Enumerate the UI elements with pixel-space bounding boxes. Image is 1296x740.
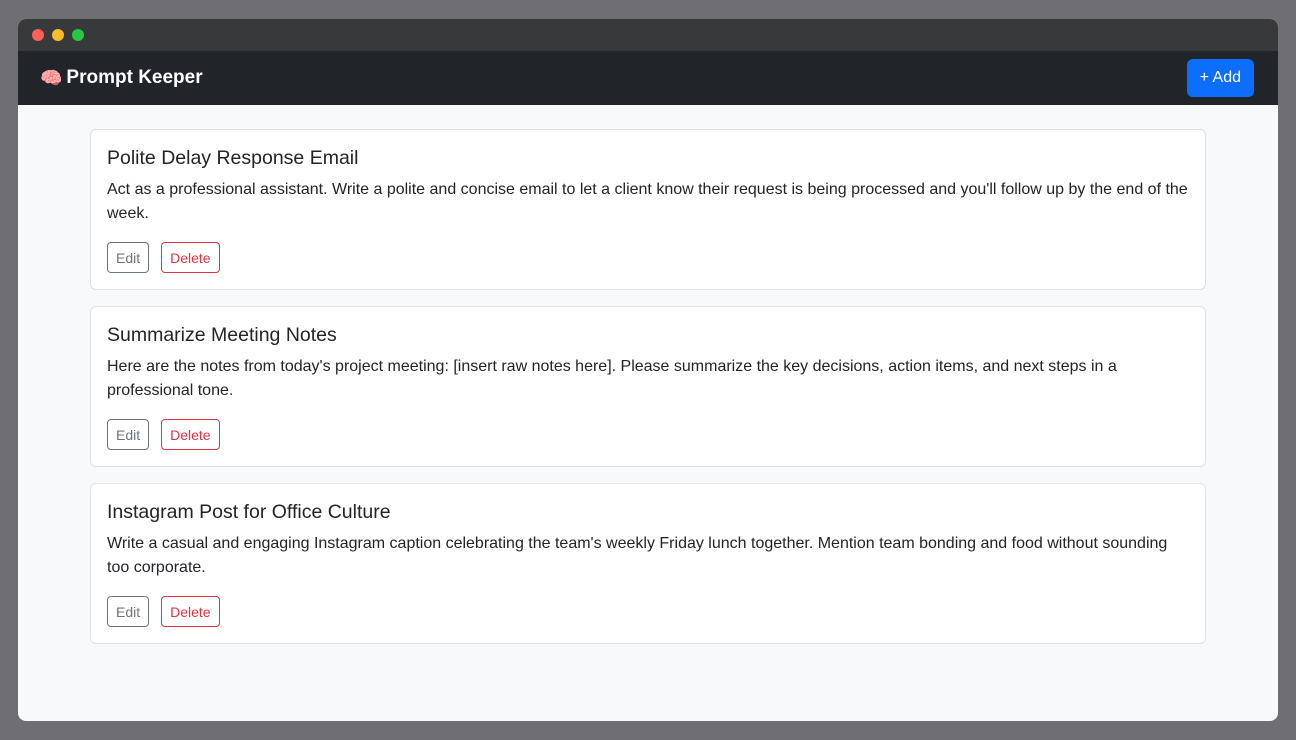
prompt-list: Polite Delay Response Email Act as a pro… <box>18 105 1278 644</box>
prompt-card: Polite Delay Response Email Act as a pro… <box>90 129 1206 290</box>
prompt-card: Instagram Post for Office Culture Write … <box>90 483 1206 644</box>
prompt-actions: Edit Delete <box>107 596 1189 627</box>
prompt-actions: Edit Delete <box>107 242 1189 273</box>
delete-button[interactable]: Delete <box>161 596 220 627</box>
brain-icon: 🧠 <box>40 68 63 88</box>
prompt-title: Summarize Meeting Notes <box>107 324 337 346</box>
app-title: Prompt Keeper <box>66 67 203 88</box>
edit-button[interactable]: Edit <box>107 596 150 627</box>
brand[interactable]: 🧠 Prompt Keeper <box>40 67 203 89</box>
prompt-title: Polite Delay Response Email <box>107 147 359 169</box>
delete-button[interactable]: Delete <box>161 242 220 273</box>
close-window-button[interactable] <box>32 29 44 41</box>
maximize-window-button[interactable] <box>72 29 84 41</box>
prompt-actions: Edit Delete <box>107 419 1189 450</box>
navbar: 🧠 Prompt Keeper + Add <box>18 51 1278 105</box>
prompt-card: Summarize Meeting Notes Here are the not… <box>90 306 1206 467</box>
prompt-title: Instagram Post for Office Culture <box>107 501 391 523</box>
prompt-text: Here are the notes from today's project … <box>107 358 1117 399</box>
window-titlebar <box>18 19 1278 51</box>
delete-button[interactable]: Delete <box>161 419 220 450</box>
add-prompt-button[interactable]: + Add <box>1186 59 1254 97</box>
edit-button[interactable]: Edit <box>107 419 150 450</box>
app-window: 🧠 Prompt Keeper + Add Polite Delay Respo… <box>18 19 1278 721</box>
prompt-text: Write a casual and engaging Instagram ca… <box>107 535 1168 576</box>
edit-button[interactable]: Edit <box>107 242 150 273</box>
prompt-text: Act as a professional assistant. Write a… <box>107 181 1188 222</box>
minimize-window-button[interactable] <box>52 29 64 41</box>
